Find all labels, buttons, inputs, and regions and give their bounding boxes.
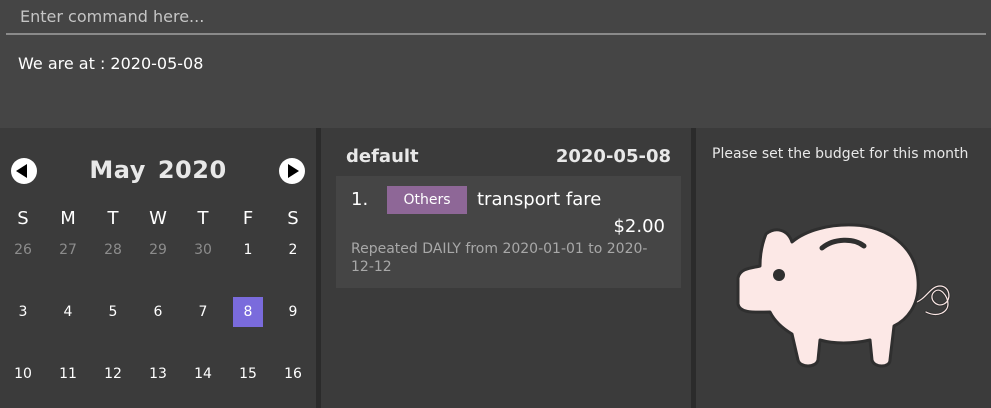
expense-index: 1. <box>351 189 369 210</box>
command-area: We are at : 2020-05-08 <box>0 0 991 128</box>
main-panes: May 2020 S M T W T F S 26 27 28 29 30 1 2 3 4 5 6 7 8… <box>0 128 991 408</box>
weekday-header: M <box>60 208 76 229</box>
calendar-day[interactable]: 12 <box>98 359 128 389</box>
next-month-icon[interactable] <box>279 158 305 184</box>
expense-repeat-info: Repeated DAILY from 2020-01-01 to 2020-1… <box>351 241 648 275</box>
calendar-day[interactable]: 16 <box>278 359 308 389</box>
calendar-year: 2020 <box>157 156 227 184</box>
weekday-header: S <box>17 208 29 229</box>
calendar-day[interactable]: 2 <box>278 235 308 265</box>
calendar-panel: May 2020 S M T W T F S 26 27 28 29 30 1 2 3 4 5 6 7 8… <box>0 128 316 408</box>
expense-amount: $2.00 <box>613 216 665 237</box>
command-input[interactable] <box>6 0 986 33</box>
calendar-day[interactable]: 26 <box>8 235 38 265</box>
weekday-header: S <box>287 208 299 229</box>
weekday-header: T <box>197 208 209 229</box>
calendar-day[interactable]: 7 <box>188 297 218 327</box>
budget-panel: Please set the budget for this month <box>696 128 991 408</box>
calendar-day[interactable]: 5 <box>98 297 128 327</box>
calendar-day[interactable]: 10 <box>8 359 38 389</box>
command-box <box>6 0 986 35</box>
calendar-day[interactable]: 14 <box>188 359 218 389</box>
expense-list-panel: default 2020-05-08 1. Others transport f… <box>321 128 691 408</box>
calendar-day[interactable]: 6 <box>143 297 173 327</box>
calendar-day[interactable]: 3 <box>8 297 38 327</box>
expense-card[interactable]: 1. Others transport fare $2.00 Repeated … <box>336 176 681 288</box>
calendar-day[interactable]: 28 <box>98 235 128 265</box>
calendar-day[interactable]: 4 <box>53 297 83 327</box>
list-date: 2020-05-08 <box>555 146 671 167</box>
calendar-month-year: May 2020 <box>0 156 316 184</box>
calendar-day-selected[interactable]: 8 <box>233 297 263 327</box>
result-display: We are at : 2020-05-08 <box>18 54 204 73</box>
calendar-day[interactable]: 30 <box>188 235 218 265</box>
calendar-day[interactable]: 29 <box>143 235 173 265</box>
calendar-day[interactable]: 13 <box>143 359 173 389</box>
calendar-day[interactable]: 15 <box>233 359 263 389</box>
calendar-month: May <box>89 156 146 184</box>
weekday-header: T <box>107 208 119 229</box>
expense-description: transport fare <box>477 189 602 210</box>
weekday-header: F <box>242 208 254 229</box>
calendar-day[interactable]: 11 <box>53 359 83 389</box>
budget-message: Please set the budget for this month <box>712 146 969 162</box>
calendar-day[interactable]: 9 <box>278 297 308 327</box>
expense-tag: Others <box>387 186 467 214</box>
list-title: default <box>346 146 419 167</box>
calendar-day[interactable]: 1 <box>233 235 263 265</box>
calendar-day[interactable]: 27 <box>53 235 83 265</box>
piggy-bank-icon <box>736 223 951 368</box>
weekday-header: W <box>149 208 167 229</box>
